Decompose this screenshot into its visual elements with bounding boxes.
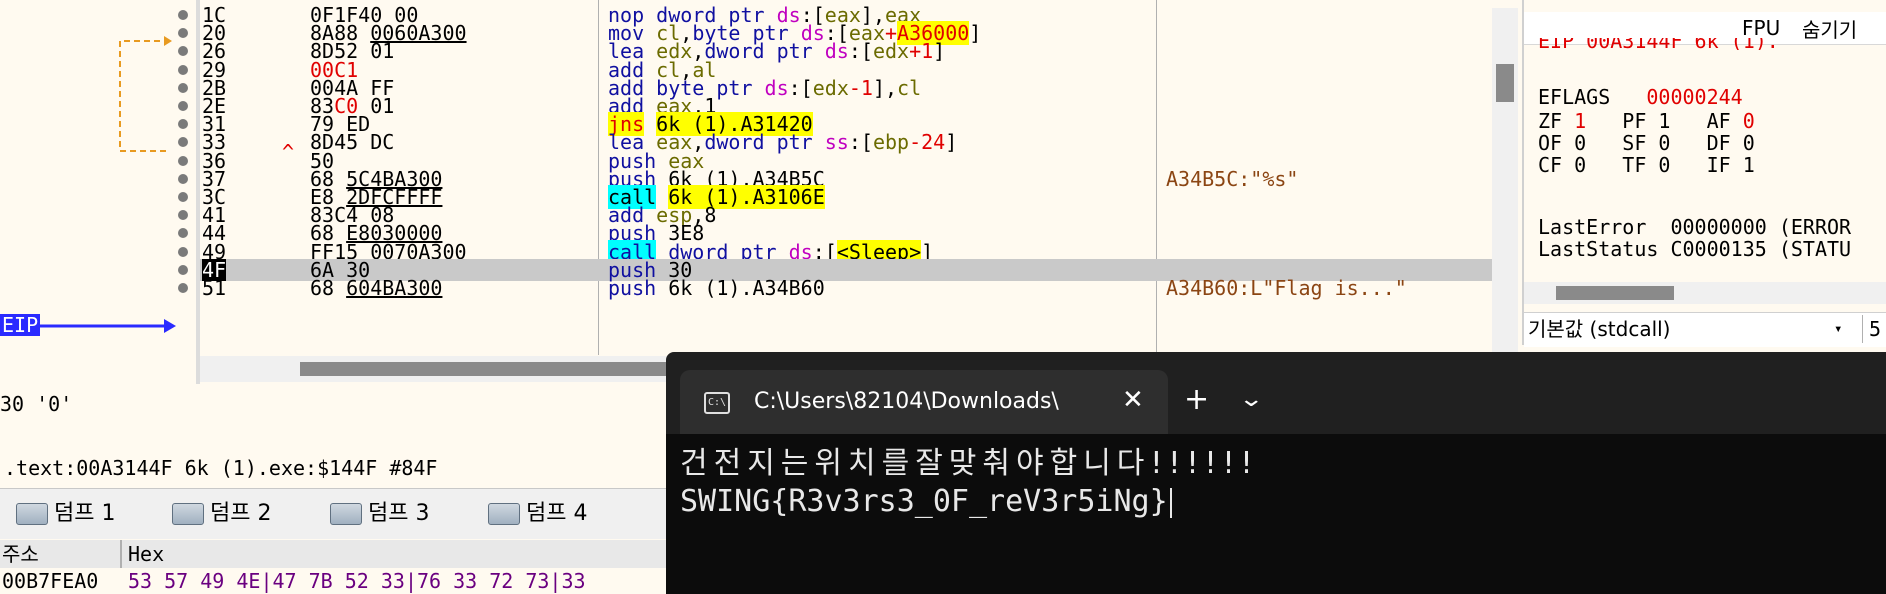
jump-arrow-head: [164, 36, 172, 46]
eflags-line[interactable]: EFLAGS 00000244: [1538, 86, 1743, 108]
breakpoint-dot[interactable]: [178, 10, 188, 20]
flag-value[interactable]: 0: [1743, 131, 1755, 155]
flag-name: PF: [1622, 109, 1659, 133]
row-comment: A34B60:L"Flag is...": [1166, 276, 1407, 300]
breakpoint-dot[interactable]: [178, 283, 188, 293]
flag-value[interactable]: 0: [1574, 153, 1622, 177]
disasm-vertical-scrollbar[interactable]: [1492, 8, 1518, 355]
last-status-label: LastStatus: [1538, 237, 1659, 261]
tab-label: 덤프 3: [368, 501, 430, 526]
breakpoint-dot[interactable]: [178, 82, 188, 93]
chevron-down-icon[interactable]: ⌄: [1238, 380, 1264, 420]
register-eip-partial: EIP 00A3144F 6k (1).: [1538, 38, 1779, 50]
flag-name: SF: [1622, 131, 1659, 155]
flag-value[interactable]: 0: [1743, 109, 1755, 133]
hex-row-bytes[interactable]: 53 57 49 4E|47 7B 52 33|76 33 72 73|33: [128, 568, 586, 594]
last-error-line[interactable]: LastError 00000000 (ERROR: [1538, 216, 1851, 238]
tab-dump-4[interactable]: 덤프 4: [488, 497, 587, 531]
argument-count-spinner[interactable]: 5: [1862, 315, 1886, 343]
memory-icon: [488, 503, 520, 525]
breakpoint-dot[interactable]: [178, 155, 188, 166]
terminal-output-line: 건전지는위치를잘맞춰야합니다!!!!!!: [680, 446, 1259, 481]
breakpoint-dot[interactable]: [178, 264, 188, 275]
hex-row-address: 00B7FEA0: [2, 569, 99, 593]
plus-icon[interactable]: +: [1184, 382, 1209, 418]
hex-header-hex: Hex: [128, 542, 165, 566]
terminal-output-line: SWING{R3v3rs3_0F_reV3r5iNg}: [680, 484, 1172, 520]
flag-text: SWING{R3v3rs3_0F_reV3r5iNg}: [680, 484, 1168, 519]
registers-pane: FPU 숨기기 EIP 00A3144F 6k (1). EFLAGS 0000…: [1522, 0, 1886, 347]
flag-name: OF: [1538, 131, 1575, 155]
last-status-value: C0000135 (STATU: [1670, 237, 1852, 261]
flags-line: CF 0 TF 0 IF 1: [1538, 154, 1755, 176]
terminal-icon: C:\: [704, 392, 730, 414]
row-address: 51: [202, 276, 227, 300]
flag-name: TF: [1622, 153, 1659, 177]
flag-value[interactable]: 0: [1658, 131, 1706, 155]
eflags-label: EFLAGS: [1538, 85, 1611, 109]
disasm-code[interactable]: 1C 0F1F40 00 nop dword ptr ds:[eax],eax 20 8…: [200, 0, 1492, 355]
chevron-down-icon[interactable]: ▾: [1834, 315, 1842, 343]
info-value: 30 '0': [0, 392, 73, 416]
breakpoint-dot[interactable]: [178, 101, 188, 111]
registers-horizontal-scrollbar[interactable]: [1524, 282, 1886, 304]
breakpoint-dot[interactable]: [178, 173, 188, 184]
tab-dump-1[interactable]: 덤프 1: [16, 497, 115, 531]
close-icon[interactable]: ✕: [1122, 384, 1144, 416]
calling-convention-bar: 기본값 (stdcall) ▾ 5: [1524, 312, 1886, 347]
dump-tab-bar: 덤프 1 덤프 2 덤프 3 덤프 4: [0, 488, 680, 539]
memory-icon: [330, 503, 362, 525]
flags-line: OF 0 SF 0 DF 0: [1538, 132, 1755, 154]
tab-dump-2[interactable]: 덤프 2: [172, 497, 271, 531]
flag-value[interactable]: 1: [1743, 153, 1755, 177]
jump-arrow-line: [119, 40, 170, 152]
last-status-line[interactable]: LastStatus C0000135 (STATU: [1538, 238, 1851, 260]
eflags-value[interactable]: 00000244: [1646, 85, 1742, 109]
row-bytes: 68 604BA300: [310, 276, 443, 300]
hex-header: 주소 Hex: [0, 540, 680, 568]
disassembly-view[interactable]: EIP ^ 1C 0F1F40 00 nop dword ptr ds:[eax],…: [0, 0, 1520, 384]
eip-arrow-head: [164, 319, 176, 333]
tab-label: 덤프 4: [526, 501, 588, 526]
calling-convention-select[interactable]: 기본값 (stdcall): [1528, 315, 1860, 343]
flag-name: IF: [1706, 153, 1743, 177]
breakpoint-dot[interactable]: [178, 64, 188, 75]
last-error-value: 00000000 (ERROR: [1670, 215, 1852, 239]
flag-name: ZF: [1538, 109, 1575, 133]
hide-fpu-button[interactable]: 숨기기: [1802, 14, 1857, 43]
terminal-tab-title: C:\Users\82104\Downloads\: [754, 389, 1059, 414]
text-cursor: [1169, 487, 1172, 518]
memory-icon: [172, 503, 204, 525]
tab-label: 덤프 1: [54, 501, 116, 526]
terminal-window[interactable]: C:\ C:\Users\82104\Downloads\ ✕ + ⌄ 건전지는…: [666, 352, 1886, 594]
terminal-tab[interactable]: C:\ C:\Users\82104\Downloads\ ✕: [680, 370, 1168, 434]
flag-name: CF: [1538, 153, 1575, 177]
info-pane: 30 '0' .text:00A3144F 6k (1).exe:$144F #…: [0, 386, 680, 486]
last-error-label: LastError: [1538, 215, 1647, 239]
scrollbar-thumb[interactable]: [1556, 286, 1674, 300]
flag-value[interactable]: 0: [1574, 131, 1622, 155]
terminal-output[interactable]: 건전지는위치를잘맞춰야합니다!!!!!! SWING{R3v3rs3_0F_re…: [666, 434, 1886, 594]
flag-value[interactable]: 0: [1658, 153, 1706, 177]
eip-label: EIP: [0, 313, 41, 337]
breakpoint-dot[interactable]: [178, 246, 188, 257]
hex-row[interactable]: 00B7FEA0 53 57 49 4E|47 7B 52 33|76 33 7…: [0, 568, 680, 594]
hex-header-separator: [120, 540, 122, 568]
hex-header-address: 주소: [2, 542, 39, 566]
disasm-gutter: EIP ^: [0, 0, 294, 384]
tab-dump-3[interactable]: 덤프 3: [330, 497, 429, 531]
fpu-toggle[interactable]: FPU: [1742, 16, 1780, 40]
flag-name: DF: [1706, 131, 1743, 155]
tab-label: 덤프 2: [210, 501, 272, 526]
row-instruction: push 6k (1).A34B60: [608, 276, 825, 300]
flag-value[interactable]: 1: [1574, 109, 1622, 133]
flags-line: ZF 1 PF 1 AF 0: [1538, 110, 1755, 132]
scrollbar-thumb[interactable]: [1496, 64, 1514, 102]
memory-icon: [16, 503, 48, 525]
disasm-row[interactable]: 51 68 604BA300 push 6k (1).A34B60 A34B60:L"…: [200, 277, 1492, 299]
info-location: .text:00A3144F 6k (1).exe:$144F #84F: [4, 456, 438, 480]
flag-value[interactable]: 1: [1658, 109, 1706, 133]
flag-name: AF: [1706, 109, 1743, 133]
breakpoint-dot[interactable]: [178, 192, 188, 202]
